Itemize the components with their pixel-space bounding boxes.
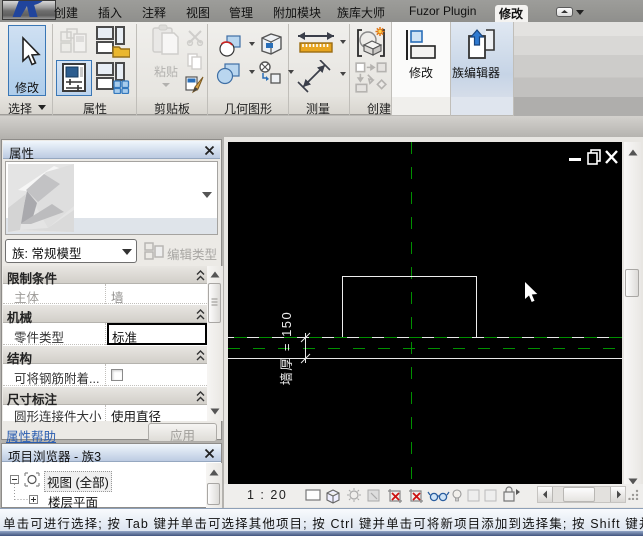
svg-text:墙厚 = 150: 墙厚 = 150 [279, 311, 294, 386]
